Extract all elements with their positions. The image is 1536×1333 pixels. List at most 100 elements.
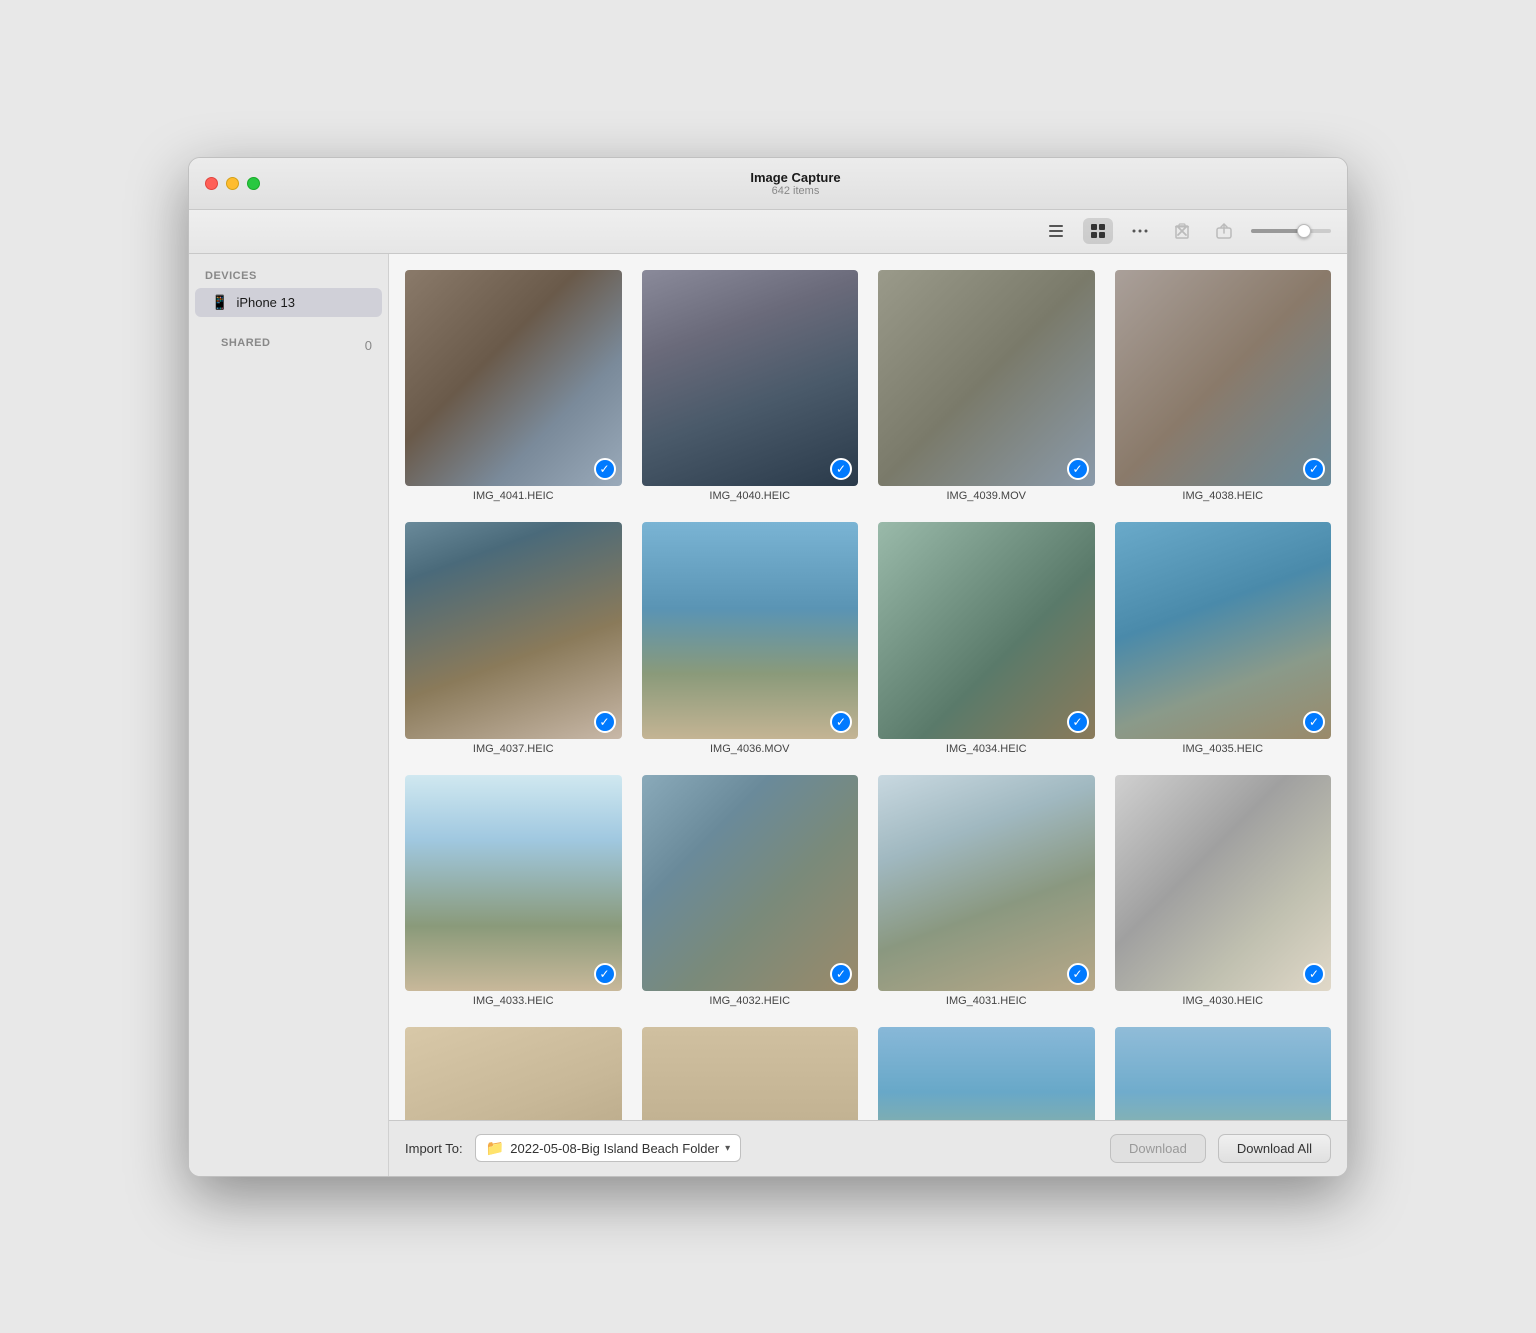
photo-item-2[interactable]: ✓ IMG_4040.HEIC bbox=[642, 270, 859, 503]
photo-image-6 bbox=[642, 522, 859, 739]
photo-label-10: IMG_4032.HEIC bbox=[709, 995, 790, 1007]
check-badge-9: ✓ bbox=[594, 963, 616, 985]
maximize-button[interactable] bbox=[247, 177, 260, 190]
app-window: Image Capture 642 items bbox=[188, 157, 1348, 1177]
photo-image-5 bbox=[405, 522, 622, 739]
photo-thumb-7: ✓ bbox=[878, 522, 1095, 739]
close-button[interactable] bbox=[205, 177, 218, 190]
photo-label-1: IMG_4041.HEIC bbox=[473, 490, 554, 502]
photo-image-11 bbox=[878, 775, 1095, 992]
shared-count: 0 bbox=[365, 338, 372, 353]
photo-label-8: IMG_4035.HEIC bbox=[1182, 743, 1263, 755]
delete-button[interactable] bbox=[1167, 218, 1197, 244]
photo-grid-container[interactable]: ✓ IMG_4041.HEIC ✓ IMG_4040.HEIC ✓IMG_4039.MO… bbox=[389, 254, 1347, 1120]
zoom-slider[interactable] bbox=[1251, 229, 1331, 233]
folder-name: 2022-05-08-Big Island Beach Folder bbox=[510, 1141, 719, 1156]
photo-thumb-13: ✓ bbox=[405, 1027, 622, 1120]
shared-row: SHARED 0 bbox=[189, 337, 388, 355]
list-view-button[interactable] bbox=[1041, 218, 1071, 244]
photo-thumb-9: ✓ bbox=[405, 775, 622, 992]
photo-item-9[interactable]: ✓ IMG_4033.HEIC bbox=[405, 775, 622, 1008]
photo-image-13 bbox=[405, 1027, 622, 1120]
photo-item-7[interactable]: ✓ IMG_4034.HEIC bbox=[878, 522, 1095, 755]
check-badge-1: ✓ bbox=[594, 458, 616, 480]
check-badge-10: ✓ bbox=[830, 963, 852, 985]
app-title: Image Capture bbox=[750, 170, 840, 185]
photo-thumb-5: ✓ bbox=[405, 522, 622, 739]
check-badge-8: ✓ bbox=[1303, 711, 1325, 733]
check-badge-4: ✓ bbox=[1303, 458, 1325, 480]
photo-label-6: IMG_4036.MOV bbox=[710, 743, 789, 755]
photo-label-12: IMG_4030.HEIC bbox=[1182, 995, 1263, 1007]
traffic-lights bbox=[205, 177, 260, 190]
devices-section-label: DEVICES bbox=[189, 270, 388, 288]
photo-label-4: IMG_4038.HEIC bbox=[1182, 490, 1263, 502]
photo-thumb-15: ✓ bbox=[878, 1027, 1095, 1120]
check-badge-3: ✓ bbox=[1067, 458, 1089, 480]
photo-image-14 bbox=[642, 1027, 859, 1120]
photo-item-5[interactable]: ✓ IMG_4037.HEIC bbox=[405, 522, 622, 755]
photo-grid: ✓ IMG_4041.HEIC ✓ IMG_4040.HEIC ✓IMG_4039.MO… bbox=[405, 270, 1331, 1120]
photo-item-14[interactable]: ✓IMG_E4029.MOV bbox=[642, 1027, 859, 1120]
download-button: Download bbox=[1110, 1134, 1206, 1163]
photo-item-3[interactable]: ✓IMG_4039.MOV bbox=[878, 270, 1095, 503]
photo-image-8 bbox=[1115, 522, 1332, 739]
minimize-button[interactable] bbox=[226, 177, 239, 190]
check-badge-11: ✓ bbox=[1067, 963, 1089, 985]
titlebar-center: Image Capture 642 items bbox=[260, 170, 1331, 197]
check-badge-7: ✓ bbox=[1067, 711, 1089, 733]
more-options-button[interactable] bbox=[1125, 218, 1155, 244]
import-folder-button[interactable]: 📁 2022-05-08-Big Island Beach Folder ▾ bbox=[475, 1134, 742, 1162]
photo-image-9 bbox=[405, 775, 622, 992]
photo-item-1[interactable]: ✓ IMG_4041.HEIC bbox=[405, 270, 622, 503]
photo-item-15[interactable]: ✓IMG_4028.MOV bbox=[878, 1027, 1095, 1120]
photo-item-11[interactable]: ✓ IMG_4031.HEIC bbox=[878, 775, 1095, 1008]
import-to-label: Import To: bbox=[405, 1141, 463, 1156]
photo-image-12 bbox=[1115, 775, 1332, 992]
check-badge-12: ✓ bbox=[1303, 963, 1325, 985]
chevron-down-icon: ▾ bbox=[725, 1143, 730, 1154]
content-area: ✓ IMG_4041.HEIC ✓ IMG_4040.HEIC ✓IMG_4039.MO… bbox=[389, 254, 1347, 1176]
photo-item-8[interactable]: ✓ IMG_4035.HEIC bbox=[1115, 522, 1332, 755]
bottom-bar: Import To: 📁 2022-05-08-Big Island Beach… bbox=[389, 1120, 1347, 1176]
photo-thumb-8: ✓ bbox=[1115, 522, 1332, 739]
photo-label-2: IMG_4040.HEIC bbox=[709, 490, 790, 502]
photo-thumb-16: ✓ bbox=[1115, 1027, 1332, 1120]
download-all-button[interactable]: Download All bbox=[1218, 1134, 1331, 1163]
check-badge-2: ✓ bbox=[830, 458, 852, 480]
share-button[interactable] bbox=[1209, 218, 1239, 244]
photo-thumb-11: ✓ bbox=[878, 775, 1095, 992]
sidebar-item-iphone[interactable]: 📱 iPhone 13 bbox=[195, 288, 382, 317]
photo-item-6[interactable]: ✓ IMG_4036.MOV bbox=[642, 522, 859, 755]
sidebar: DEVICES 📱 iPhone 13 SHARED 0 bbox=[189, 254, 389, 1176]
folder-icon: 📁 bbox=[486, 1139, 505, 1157]
photo-item-4[interactable]: ✓ IMG_4038.HEIC bbox=[1115, 270, 1332, 503]
shared-section-label: SHARED bbox=[205, 337, 286, 355]
toolbar bbox=[189, 210, 1347, 254]
photo-image-10 bbox=[642, 775, 859, 992]
grid-view-button[interactable] bbox=[1083, 218, 1113, 244]
photo-thumb-10: ✓ bbox=[642, 775, 859, 992]
photo-thumb-1: ✓ bbox=[405, 270, 622, 487]
photo-label-7: IMG_4034.HEIC bbox=[946, 743, 1027, 755]
photo-label-5: IMG_4037.HEIC bbox=[473, 743, 554, 755]
photo-image-7 bbox=[878, 522, 1095, 739]
shared-section: SHARED 0 bbox=[189, 337, 388, 355]
photo-image-15 bbox=[878, 1027, 1095, 1120]
photo-item-16[interactable]: ✓IMG_4027.MOV bbox=[1115, 1027, 1332, 1120]
photo-label-9: IMG_4033.HEIC bbox=[473, 995, 554, 1007]
photo-thumb-3: ✓ bbox=[878, 270, 1095, 487]
phone-icon: 📱 bbox=[211, 294, 228, 311]
photo-label-11: IMG_4031.HEIC bbox=[946, 995, 1027, 1007]
photo-image-4 bbox=[1115, 270, 1332, 487]
photo-image-3 bbox=[878, 270, 1095, 487]
titlebar: Image Capture 642 items bbox=[189, 158, 1347, 210]
photo-thumb-2: ✓ bbox=[642, 270, 859, 487]
photo-item-10[interactable]: ✓ IMG_4032.HEIC bbox=[642, 775, 859, 1008]
photo-item-13[interactable]: ✓IMG_4029.MOV bbox=[405, 1027, 622, 1120]
photo-item-12[interactable]: ✓ IMG_4030.HEIC bbox=[1115, 775, 1332, 1008]
device-name: iPhone 13 bbox=[236, 295, 295, 310]
photo-image-1 bbox=[405, 270, 622, 487]
photo-thumb-12: ✓ bbox=[1115, 775, 1332, 992]
check-badge-6: ✓ bbox=[830, 711, 852, 733]
